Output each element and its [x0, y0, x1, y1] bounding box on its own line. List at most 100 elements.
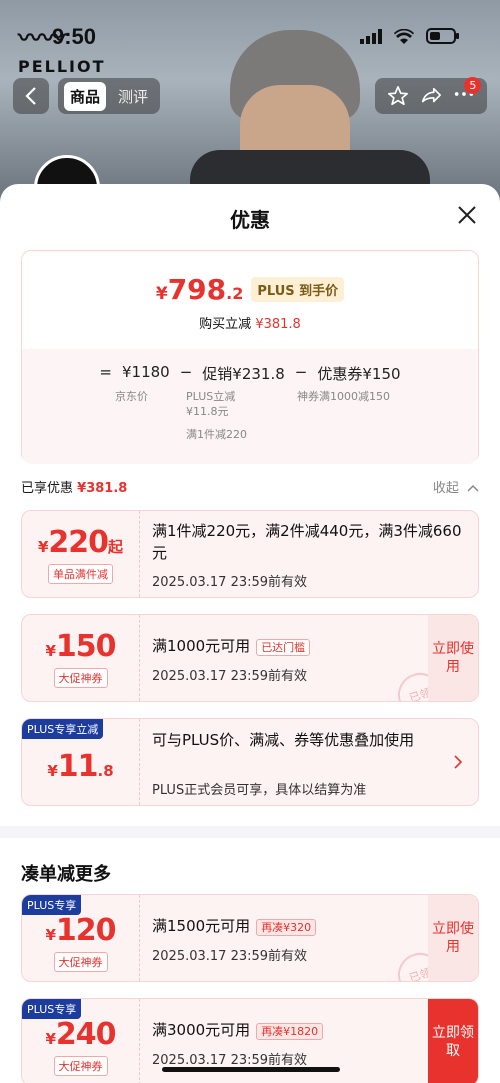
- more-section-title: 凑单减更多: [21, 864, 111, 885]
- coupon-card: PLUS专享 ¥ 120 大促神券 满1500元可用 再凑¥320 2025.03…: [21, 894, 479, 982]
- section-divider: [0, 826, 500, 838]
- coupon-desc-line: 满3000元可用 再凑¥1820: [152, 1019, 324, 1041]
- enjoyed-row: 已享优惠 ¥381.8 收起: [21, 477, 479, 497]
- coupon-suffix: .8: [97, 761, 114, 780]
- card-divider: [139, 895, 140, 981]
- formula-coupon: 优惠券¥150: [317, 365, 401, 383]
- card-divider: [139, 511, 140, 597]
- claim-now-button[interactable]: 立即领取: [428, 999, 478, 1083]
- card-divider: [139, 719, 140, 805]
- reduce-label: 购买立减: [199, 317, 252, 332]
- header-actions: 5: [375, 77, 487, 114]
- price-formula: = ¥1180 − 促销¥231.8 − 优惠券¥150: [22, 363, 478, 384]
- card-divider: [139, 615, 140, 701]
- status-time: 9:50: [52, 24, 97, 49]
- coupon-value: 220: [48, 524, 109, 560]
- top-up-tag: 再凑¥320: [256, 918, 317, 936]
- price-summary: ¥ 798 .2 PLUS 到手价 购买立减 ¥381.8 = ¥1180 − …: [21, 250, 479, 464]
- coupon-date: 2025.03.17 23:59前有效: [152, 575, 308, 590]
- card-divider: [139, 999, 140, 1083]
- coupon-desc: 满3000元可用: [152, 1021, 251, 1039]
- tab-product[interactable]: 商品: [64, 81, 107, 111]
- jd-price-label: 京东价: [115, 390, 148, 403]
- battery-icon: [426, 28, 459, 44]
- coupon-card[interactable]: PLUS专享立减 ¥ 11 .8 可与PLUS价、满减、券等优惠叠加使用 PLU…: [21, 718, 479, 806]
- coupon-date: 2025.03.17 23:59前有效: [152, 669, 308, 684]
- signal-icon: [360, 28, 382, 44]
- reduce-amount: ¥381.8: [255, 317, 301, 332]
- coupon-amount: ¥ 150: [45, 628, 117, 664]
- coupon-desc: 可与PLUS价、满减、券等优惠叠加使用: [152, 731, 415, 749]
- coupon-date: 2025.03.17 23:59前有效: [152, 1053, 308, 1068]
- coupon-type-tag: 大促神券: [53, 667, 108, 688]
- use-now-button[interactable]: 立即使用: [428, 615, 478, 701]
- coupon-value: 11: [57, 748, 99, 784]
- coupon-value: 120: [55, 912, 117, 948]
- enjoyed-amount: ¥381.8: [77, 481, 128, 496]
- status-icons: [360, 28, 460, 44]
- tab-review[interactable]: 测评: [112, 82, 154, 111]
- back-button[interactable]: [13, 78, 49, 114]
- plus-price-tag: PLUS 到手价: [251, 277, 345, 302]
- formula-minus-1: −: [179, 363, 193, 381]
- reduce-line: 购买立减 ¥381.8: [22, 313, 478, 332]
- coupon-sub: PLUS正式会员可享，具体以结算为准: [152, 783, 367, 798]
- star-icon[interactable]: [387, 85, 409, 107]
- chevron-right-icon: [454, 755, 462, 769]
- coupon-suffix: 起: [108, 537, 124, 556]
- chevron-left-icon: [25, 87, 36, 105]
- coupon-value: 240: [55, 1016, 117, 1052]
- final-price-line: ¥ 798 .2 PLUS 到手价: [22, 273, 478, 306]
- collapse-button[interactable]: 收起: [433, 477, 479, 496]
- currency-symbol: ¥: [155, 284, 168, 304]
- collapse-label: 收起: [432, 481, 459, 496]
- coupon-amount: ¥ 220 起: [38, 525, 123, 560]
- close-icon[interactable]: [456, 204, 478, 226]
- top-nav: 商品 测评 5: [0, 77, 500, 118]
- promo-sub-1: PLUS立减: [186, 390, 236, 403]
- coupon-desc-line: 满1500元可用 再凑¥320: [152, 915, 317, 937]
- formula-jd-price: ¥1180: [122, 363, 170, 381]
- coupon-currency: ¥: [37, 537, 49, 556]
- wifi-icon: [394, 28, 414, 44]
- coupon-value: 150: [55, 628, 117, 664]
- enjoyed-label: 已享优惠: [21, 481, 74, 496]
- threshold-tag: 已达门槛: [256, 638, 311, 656]
- formula-promo: 促销¥231.8: [202, 365, 285, 383]
- coupon-amount: ¥ 120: [45, 912, 117, 948]
- sheet-title: 优惠: [230, 208, 270, 232]
- promo-sub-2: ¥11.8元: [186, 405, 229, 418]
- formula-minus-2: −: [294, 363, 308, 381]
- status-bar: 9:50: [0, 0, 500, 70]
- coupon-desc-line: 满1000元可用 已达门槛: [152, 635, 311, 657]
- home-indicator: [162, 1067, 340, 1072]
- more-badge: 5: [464, 77, 482, 94]
- final-price-dec: .2: [226, 284, 244, 303]
- share-icon[interactable]: [420, 85, 442, 107]
- top-up-tag: 再凑¥1820: [256, 1022, 324, 1040]
- coupon-desc: 满1件减220元，满2件减440元，满3件减660元: [152, 522, 462, 562]
- coupon-desc: 满1000元可用: [152, 637, 251, 655]
- discount-sheet: 优惠 ¥ 798 .2 PLUS 到手价 购买立减 ¥381.8 = ¥1180…: [0, 184, 500, 1083]
- coupon-type-tag: 大促神券: [53, 1055, 108, 1076]
- segmented-tabs: 商品 测评: [58, 78, 161, 114]
- promo-sub-3: 满1件减220: [186, 428, 247, 441]
- final-price-int: 798: [167, 273, 227, 306]
- coupon-card: ¥ 150 大促神券 满1000元可用 已达门槛 2025.03.17 23:59…: [21, 614, 479, 702]
- coupon-sub: 神券满1000减150: [297, 390, 390, 403]
- coupon-card: ¥ 220 起 单品满件减 满1件减220元，满2件减440元，满3件减660元…: [21, 510, 479, 598]
- coupon-currency: ¥: [45, 925, 56, 944]
- use-now-button[interactable]: 立即使用: [428, 895, 478, 981]
- coupon-type-tag: 大促神券: [53, 951, 108, 972]
- coupon-date: 2025.03.17 23:59前有效: [152, 949, 308, 964]
- coupon-currency: ¥: [45, 1029, 56, 1048]
- coupon-desc: 满1500元可用: [152, 917, 251, 935]
- coupon-currency: ¥: [47, 761, 58, 780]
- more-menu[interactable]: 5: [453, 77, 482, 109]
- chevron-up-icon: [467, 484, 479, 492]
- coupon-type-tag: 单品满件减: [48, 563, 113, 584]
- coupon-amount: ¥ 11 .8: [47, 749, 113, 784]
- formula-eq: =: [99, 363, 112, 381]
- coupon-currency: ¥: [45, 641, 56, 660]
- coupon-amount: ¥ 240: [45, 1016, 117, 1052]
